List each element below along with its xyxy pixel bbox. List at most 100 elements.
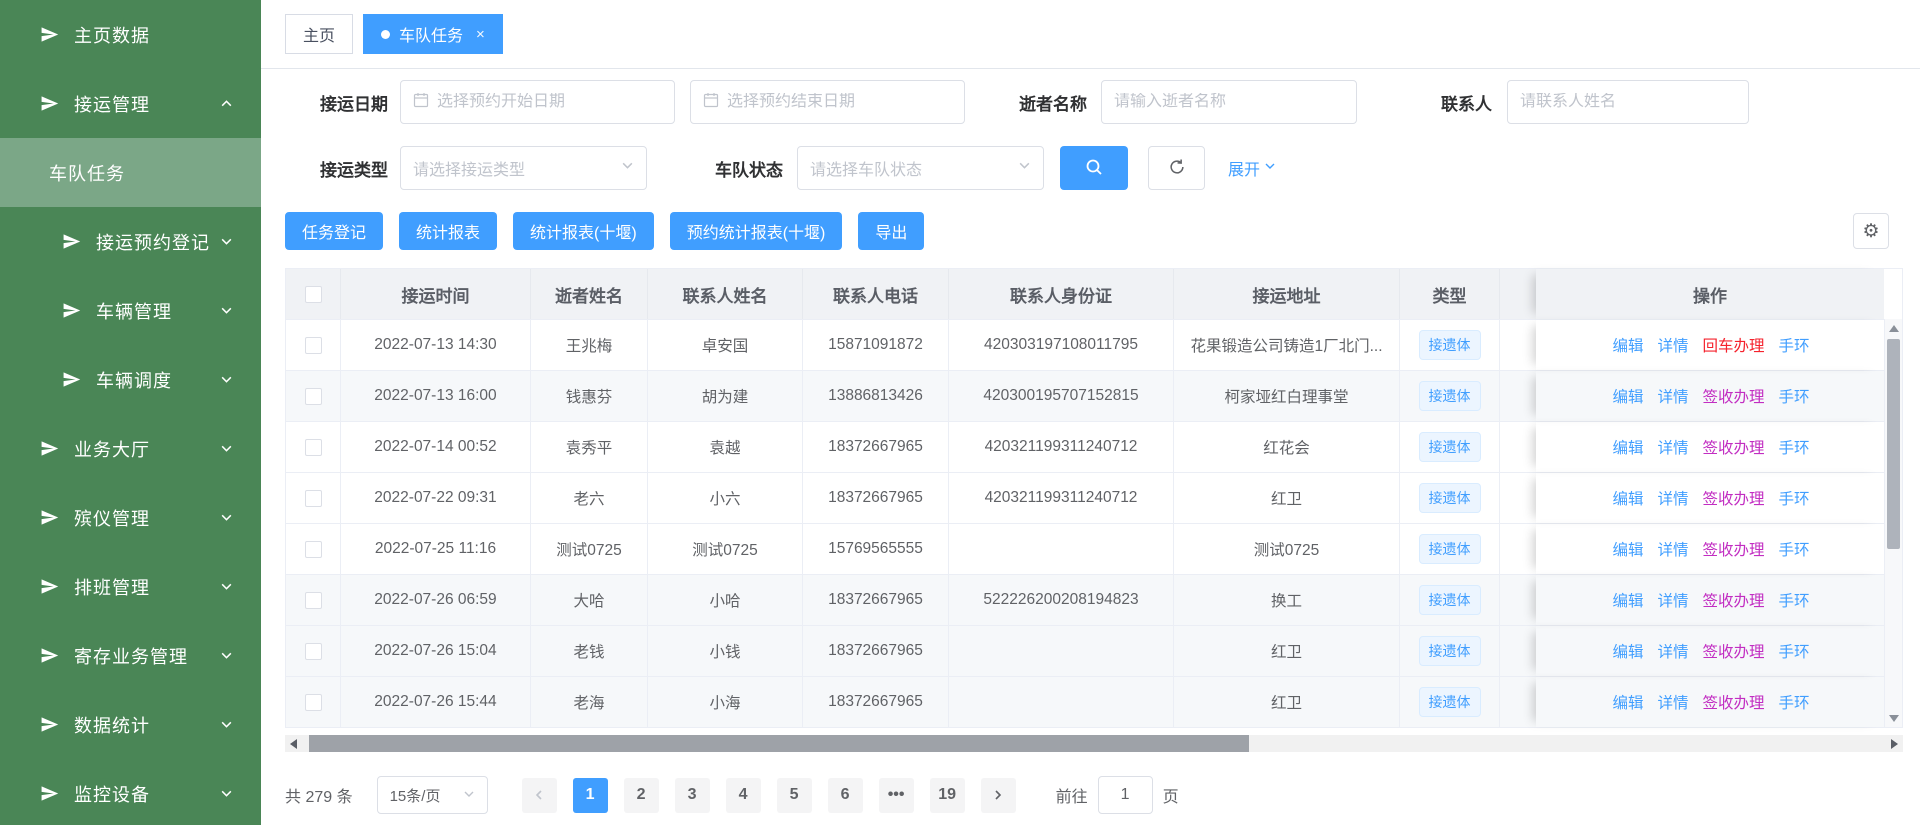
row-checkbox[interactable] [305,337,322,354]
tab-close-icon[interactable]: × [476,26,485,43]
search-button[interactable] [1060,146,1128,190]
action-wristband[interactable]: 手环 [1779,640,1810,662]
action-edit[interactable]: 编辑 [1612,640,1643,662]
row-checkbox[interactable] [305,694,322,711]
action-sign-off[interactable]: 签收办理 [1703,691,1765,713]
action-detail[interactable]: 详情 [1657,487,1688,509]
contact-field [1507,80,1749,124]
action-detail[interactable]: 详情 [1657,538,1688,560]
toolbar-button[interactable]: 任务登记 [285,212,383,250]
action-detail[interactable]: 详情 [1657,334,1688,356]
cell-contact-idcard [949,626,1174,676]
contact-input[interactable] [1520,93,1736,111]
row-checkbox[interactable] [305,541,322,558]
action-detail[interactable]: 详情 [1657,640,1688,662]
action-wristband[interactable]: 手环 [1779,385,1810,407]
page-1[interactable]: 1 [573,778,608,813]
row-checkbox[interactable] [305,643,322,660]
refresh-button[interactable] [1148,146,1205,190]
filter-panel: 接运日期 逝者名称 联系人 [261,69,1920,190]
page-5[interactable]: 5 [777,778,812,813]
tab-fleet-task[interactable]: 车队任务 × [363,14,503,54]
action-edit[interactable]: 编辑 [1612,385,1643,407]
goto-input[interactable] [1098,776,1153,814]
vertical-scroll-thumb[interactable] [1887,339,1900,549]
date-end-field[interactable] [690,80,965,124]
action-wristband[interactable]: 手环 [1779,334,1810,356]
page-size-select[interactable]: 15条/页 [377,776,488,814]
action-detail[interactable]: 详情 [1657,385,1688,407]
sidebar-item[interactable]: 接运管理 [0,69,261,138]
scroll-up-arrow[interactable] [1885,319,1903,337]
fleet-status-select[interactable]: 请选择车队状态 [797,146,1044,190]
page-2[interactable]: 2 [624,778,659,813]
action-wristband[interactable]: 手环 [1779,589,1810,611]
action-sign-off[interactable]: 签收办理 [1703,538,1765,560]
sidebar-item[interactable]: 寄存业务管理 [0,621,261,690]
page-3[interactable]: 3 [675,778,710,813]
action-edit[interactable]: 编辑 [1612,589,1643,611]
tab-home-label: 主页 [303,22,335,46]
sidebar-item[interactable]: 数据统计 [0,690,261,759]
action-detail[interactable]: 详情 [1657,691,1688,713]
toolbar-button[interactable]: 统计报表 [399,212,497,250]
page-6[interactable]: 6 [828,778,863,813]
date-end-input[interactable] [727,93,952,111]
pickup-type-select[interactable]: 请选择接运类型 [400,146,647,190]
action-sign-off[interactable]: 签收办理 [1703,589,1765,611]
action-edit[interactable]: 编辑 [1612,538,1643,560]
sidebar-item[interactable]: 车队任务 [0,138,261,207]
sidebar-item[interactable]: 主页数据 [0,0,261,69]
sidebar-item[interactable]: 殡仪管理 [0,483,261,552]
action-sign-off[interactable]: 签收办理 [1703,436,1765,458]
sidebar-item[interactable]: 业务大厅 [0,414,261,483]
sidebar-item[interactable]: 接运预约登记 [0,207,261,276]
action-wristband[interactable]: 手环 [1779,538,1810,560]
page-4[interactable]: 4 [726,778,761,813]
action-edit[interactable]: 编辑 [1612,436,1643,458]
horizontal-scrollbar[interactable] [285,735,1903,752]
action-wristband[interactable]: 手环 [1779,436,1810,458]
action-wristband[interactable]: 手环 [1779,691,1810,713]
page-ellipsis[interactable]: ••• [879,778,914,813]
action-sign-off[interactable]: 签收办理 [1703,487,1765,509]
toolbar-button[interactable]: 预约统计报表(十堰) [670,212,843,250]
action-wristband[interactable]: 手环 [1779,487,1810,509]
next-page-button[interactable] [981,778,1016,813]
scroll-left-arrow[interactable] [285,735,302,752]
toolbar-button[interactable]: 导出 [858,212,924,250]
action-sign-off[interactable]: 签收办理 [1703,640,1765,662]
scroll-down-arrow[interactable] [1885,709,1903,727]
tab-home[interactable]: 主页 [285,14,353,54]
settings-button[interactable]: ⚙ [1853,213,1889,249]
vertical-scrollbar[interactable] [1884,319,1902,727]
row-checkbox[interactable] [305,439,322,456]
action-detail[interactable]: 详情 [1657,589,1688,611]
paper-plane-icon [40,439,59,458]
action-edit[interactable]: 编辑 [1612,487,1643,509]
scroll-right-arrow[interactable] [1886,735,1903,752]
row-checkbox[interactable] [305,592,322,609]
sidebar-item[interactable]: 监控设备 [0,759,261,825]
sidebar-item[interactable]: 车辆调度 [0,345,261,414]
toolbar-button[interactable]: 统计报表(十堰) [513,212,654,250]
sidebar-item[interactable]: 排班管理 [0,552,261,621]
prev-page-button[interactable] [522,778,557,813]
action-return-car[interactable]: 回车办理 [1703,334,1765,356]
expand-link[interactable]: 展开 [1228,156,1276,180]
horizontal-scroll-thumb[interactable] [309,735,1249,752]
date-start-input[interactable] [437,93,662,111]
type-badge: 接遗体 [1419,330,1481,360]
deceased-name-input[interactable] [1114,93,1344,111]
sidebar-item[interactable]: 车辆管理 [0,276,261,345]
select-all-checkbox[interactable] [305,286,322,303]
action-edit[interactable]: 编辑 [1612,334,1643,356]
date-start-field[interactable] [400,80,675,124]
page-19[interactable]: 19 [930,778,965,813]
action-detail[interactable]: 详情 [1657,436,1688,458]
row-checkbox[interactable] [305,388,322,405]
row-actions: 编辑详情签收办理手环 [1536,524,1886,574]
action-sign-off[interactable]: 签收办理 [1703,385,1765,407]
action-edit[interactable]: 编辑 [1612,691,1643,713]
row-checkbox[interactable] [305,490,322,507]
